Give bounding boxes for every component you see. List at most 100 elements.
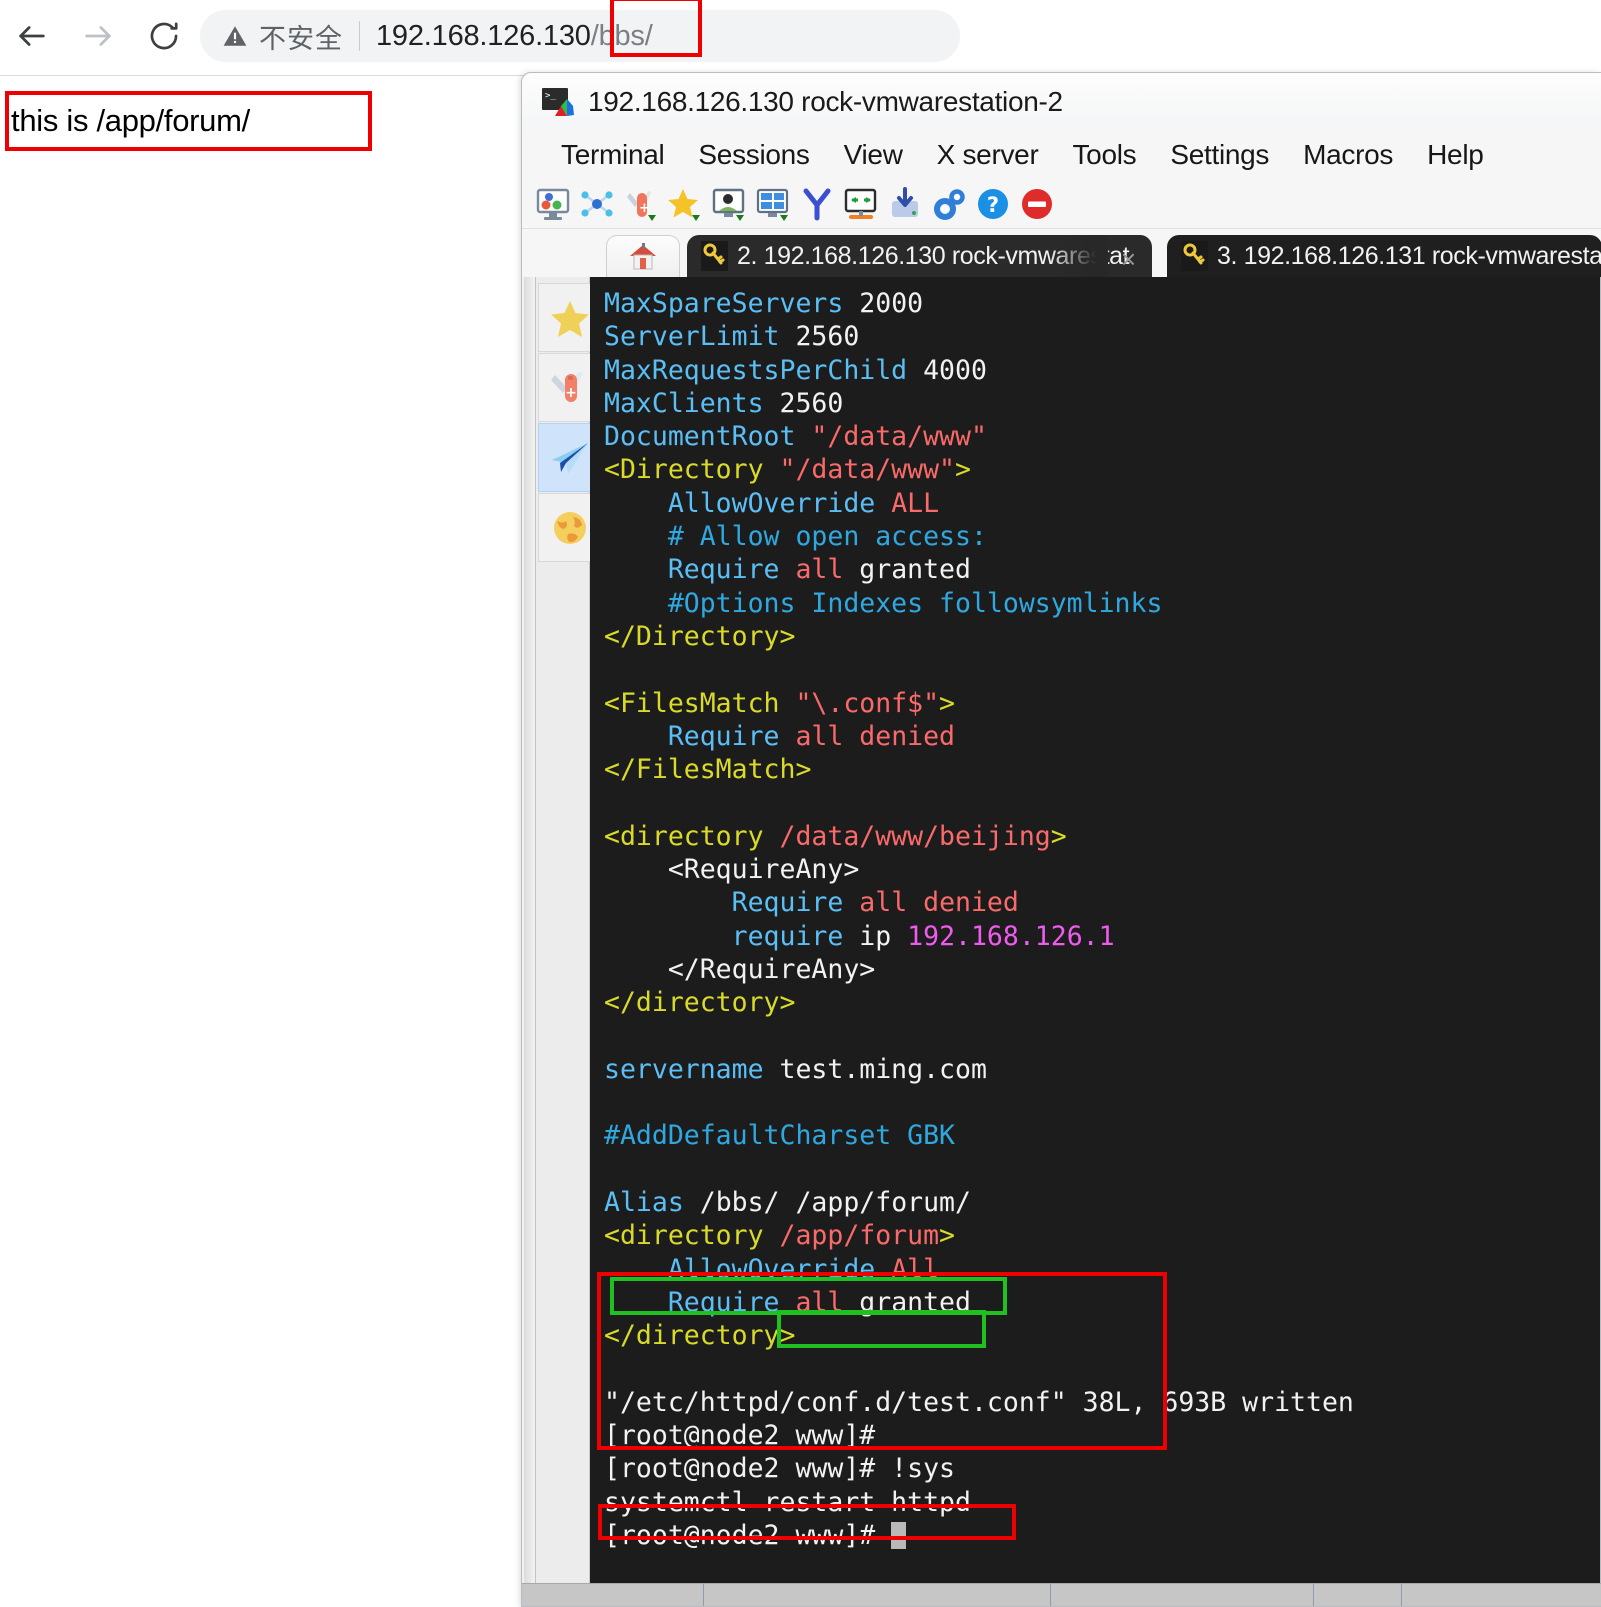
mobaxterm-sidebar: + [524, 277, 590, 1606]
terminal-line [604, 1153, 1600, 1186]
fork-branch-icon[interactable] [798, 185, 836, 223]
status-cell [1402, 1584, 1601, 1606]
svg-text:>_: >_ [545, 91, 556, 101]
terminal-line: # Allow open access: [604, 520, 1600, 553]
session-manager-icon[interactable] [534, 185, 572, 223]
terminal-line: <FilesMatch "\.conf$"> [604, 687, 1600, 720]
paper-plane-icon [548, 436, 592, 480]
terminal-lines: MaxSpareServers 2000ServerLimit 2560MaxR… [590, 277, 1600, 1552]
security-label: 不安全 [259, 17, 343, 56]
user-sessions-icon[interactable] [710, 185, 748, 223]
terminal-line: MaxRequestsPerChild 4000 [604, 354, 1600, 387]
terminal-line: servername test.ming.com [604, 1053, 1600, 1086]
menu-sessions[interactable]: Sessions [681, 139, 826, 171]
terminal-line [604, 1353, 1600, 1386]
browser-toolbar: 不安全 192.168.126.130/bbs/ [0, 0, 1601, 76]
terminal-line: </directory> [604, 1319, 1600, 1352]
terminal-line: #Options Indexes followsymlinks [604, 587, 1600, 620]
svg-text:+: + [565, 385, 577, 401]
terminal-line: </directory> [604, 986, 1600, 1019]
url-path: /bbs/ [591, 20, 653, 53]
mobaxterm-window: >_ 192.168.126.130 rock-vmwarestation-2 … [521, 72, 1601, 1607]
mobaxterm-menubar: Terminal Sessions View X server Tools Se… [522, 131, 1601, 179]
status-cell [522, 1584, 704, 1606]
arrow-left-icon [15, 19, 49, 53]
status-cell [1051, 1584, 1314, 1606]
menu-help[interactable]: Help [1410, 139, 1500, 171]
tools-knife-icon[interactable]: + [622, 185, 660, 223]
terminal-line: "/etc/httpd/conf.d/test.conf" 38L, 693B … [604, 1386, 1600, 1419]
settings-gears-icon[interactable] [930, 185, 968, 223]
network-nodes-icon[interactable] [578, 185, 616, 223]
tab-session-3[interactable]: 3. 192.168.126.131 rock-vmwarestatio [1167, 235, 1601, 277]
menu-settings[interactable]: Settings [1153, 139, 1286, 171]
mobaxterm-logo-icon: >_ [541, 87, 575, 117]
arrow-right-icon [81, 19, 115, 53]
forward-button[interactable] [76, 14, 120, 58]
home-icon [628, 242, 658, 272]
split-view-icon[interactable] [754, 185, 792, 223]
terminal-line [604, 786, 1600, 819]
mobaxterm-statusbar [522, 1583, 1601, 1606]
terminal-line: [root@node2 www]# !sys [604, 1452, 1600, 1485]
menu-terminal[interactable]: Terminal [544, 139, 681, 171]
tab-home[interactable] [606, 235, 680, 277]
multiexec-icon[interactable] [842, 185, 880, 223]
tab-label-session-2: 2. 192.168.126.130 rock-vmwarestat [737, 242, 1129, 271]
terminal-line: <Directory "/data/www"> [604, 453, 1600, 486]
sidebar-scrollbar[interactable] [524, 277, 536, 1606]
terminal-line: AllowOverride All [604, 1253, 1600, 1286]
tab-close-icon[interactable]: × [1121, 244, 1136, 275]
terminal-line: <directory /app/forum> [604, 1219, 1600, 1252]
menu-x-server[interactable]: X server [920, 139, 1056, 171]
terminal-line: systemctl restart httpd [604, 1486, 1600, 1519]
menu-tools[interactable]: Tools [1055, 139, 1153, 171]
terminal-line: Require all granted [604, 553, 1600, 586]
menu-view[interactable]: View [827, 139, 920, 171]
terminal-output[interactable]: MaxSpareServers 2000ServerLimit 2560MaxR… [590, 277, 1600, 1585]
status-cell [1314, 1584, 1402, 1606]
terminal-line [604, 653, 1600, 686]
page-body-text: this is /app/forum/ [9, 103, 250, 139]
menu-macros[interactable]: Macros [1286, 139, 1410, 171]
terminal-line [604, 1086, 1600, 1119]
url-text: 192.168.126.130/bbs/ [376, 20, 653, 53]
exit-stop-icon[interactable] [1018, 185, 1056, 223]
back-button[interactable] [10, 14, 54, 58]
reload-button[interactable] [142, 14, 186, 58]
warning-triangle-icon [222, 23, 248, 49]
omnibox-divider [359, 21, 360, 51]
ssh-key-icon [1181, 241, 1208, 271]
terminal-line: [root@node2 www]# [604, 1419, 1600, 1452]
mobaxterm-tabbar: 2. 192.168.126.130 rock-vmwarestat × 3. … [522, 229, 1601, 277]
status-cell [704, 1584, 1051, 1606]
tab-label-session-3: 3. 192.168.126.131 rock-vmwarestatio [1217, 242, 1601, 271]
terminal-line: </FilesMatch> [604, 753, 1600, 786]
globe-icon [548, 506, 592, 550]
browser-nav-buttons [10, 14, 186, 58]
svg-text:+: + [639, 201, 650, 216]
download-disk-icon[interactable] [886, 185, 924, 223]
terminal-line: Require all denied [604, 720, 1600, 753]
terminal-line: AllowOverride ALL [604, 487, 1600, 520]
mobaxterm-title-text: 192.168.126.130 rock-vmwarestation-2 [588, 86, 1063, 118]
favorites-star-icon[interactable] [666, 185, 704, 223]
swiss-knife-icon: + [548, 366, 592, 410]
address-bar[interactable]: 不安全 192.168.126.130/bbs/ [200, 10, 960, 62]
mobaxterm-toolbar: + [522, 179, 1601, 229]
terminal-cursor [891, 1522, 906, 1549]
terminal-line: require ip 192.168.126.1 [604, 920, 1600, 953]
help-question-icon[interactable]: ? [974, 185, 1012, 223]
terminal-line: ServerLimit 2560 [604, 320, 1600, 353]
terminal-line: </Directory> [604, 620, 1600, 653]
terminal-line: Alias /bbs/ /app/forum/ [604, 1186, 1600, 1219]
tab-session-2[interactable]: 2. 192.168.126.130 rock-vmwarestat × [687, 235, 1152, 277]
ssh-key-icon [701, 241, 728, 271]
terminal-line: </RequireAny> [604, 953, 1600, 986]
terminal-line: Require all denied [604, 886, 1600, 919]
terminal-line [604, 1020, 1600, 1053]
star-icon [548, 296, 592, 340]
mobaxterm-titlebar: >_ 192.168.126.130 rock-vmwarestation-2 [522, 73, 1601, 131]
terminal-line: DocumentRoot "/data/www" [604, 420, 1600, 453]
page-text-highlight: this is /app/forum/ [5, 91, 372, 151]
